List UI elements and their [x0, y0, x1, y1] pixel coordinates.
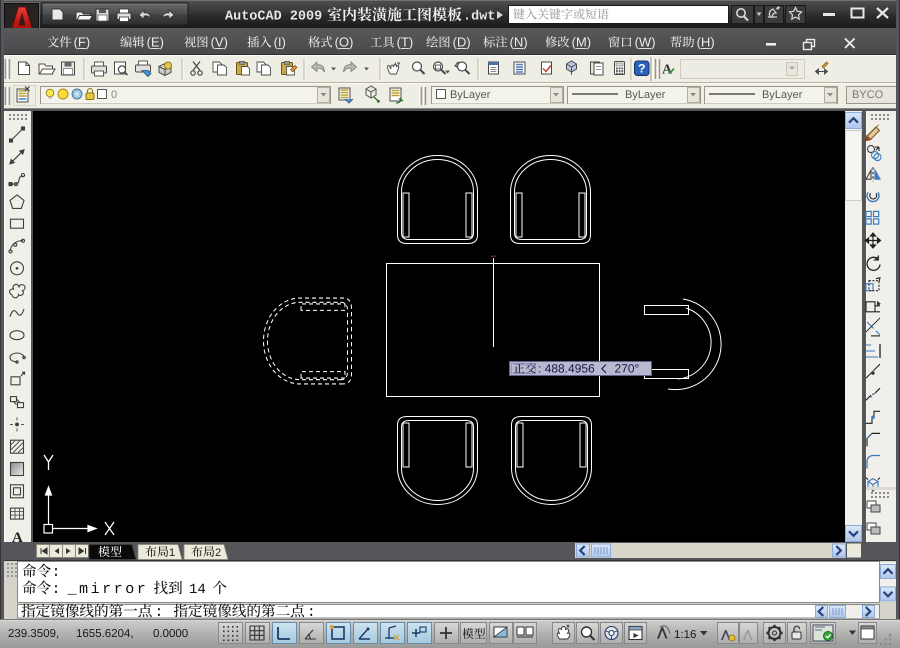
svg-text:?: ?	[638, 62, 645, 76]
svg-text:A: A	[662, 63, 673, 78]
